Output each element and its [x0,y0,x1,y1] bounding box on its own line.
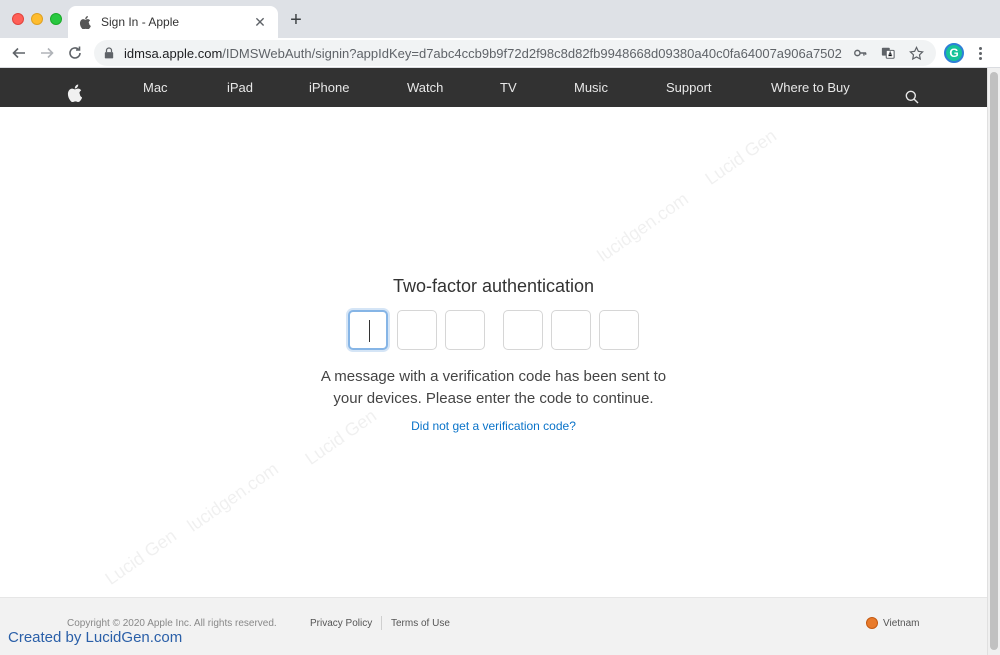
credit-watermark: Created by LucidGen.com [8,629,183,646]
code-digit-1[interactable] [348,310,388,350]
window-zoom-button[interactable] [50,13,62,25]
apple-logo-icon[interactable] [67,78,83,103]
watermark-text: Lucid Gen [301,405,381,469]
apple-global-nav: Mac iPad iPhone Watch TV Music Support W… [0,68,987,107]
code-digit-5[interactable] [551,310,591,350]
nav-item-where-to-buy[interactable]: Where to Buy [771,68,850,107]
search-icon[interactable] [905,80,919,104]
terms-of-use-link[interactable]: Terms of Use [391,618,450,629]
url-path: /IDMSWebAuth/signin?appIdKey=d7abc4ccb9b… [222,45,842,61]
region-label: Vietnam [883,617,920,629]
window-close-button[interactable] [12,13,24,25]
forward-arrow-icon[interactable] [36,42,58,64]
region-selector[interactable]: Vietnam [866,617,920,629]
lock-icon [104,46,116,60]
text-caret [369,320,370,342]
window-minimize-button[interactable] [31,13,43,25]
page-footer: Copyright © 2020 Apple Inc. All rights r… [0,597,987,655]
bookmark-star-icon[interactable] [906,43,926,63]
code-digit-4[interactable] [503,310,543,350]
footer-divider [381,616,382,630]
nav-item-ipad[interactable]: iPad [227,68,253,107]
vertical-scrollbar[interactable] [987,68,1000,655]
url-host: idmsa.apple.com [124,45,223,61]
nav-item-tv[interactable]: TV [500,68,517,107]
resend-code-link[interactable]: Did not get a verification code? [0,419,987,433]
apple-favicon-icon [78,15,92,29]
browser-tabstrip: Sign In - Apple ✕ + [0,0,1000,38]
page-title: Two-factor authentication [392,276,595,296]
watermark-text: lucidgen.com [183,458,282,536]
verification-message: A message with a verification code has b… [0,366,987,410]
back-arrow-icon[interactable] [8,42,30,64]
watermark-text: lucidgen.com [593,188,692,266]
tab-close-icon[interactable]: ✕ [252,14,268,31]
nav-item-mac[interactable]: Mac [143,68,168,107]
key-icon[interactable] [850,43,870,63]
verification-message-line-1: A message with a verification code has b… [320,368,667,385]
new-tab-button[interactable]: + [286,10,306,32]
browser-tab[interactable]: Sign In - Apple ✕ [68,6,278,38]
reload-icon[interactable] [64,42,86,64]
code-digit-2[interactable] [397,310,437,350]
vietnam-flag-icon [866,617,878,629]
nav-item-watch[interactable]: Watch [407,68,443,107]
code-digit-3[interactable] [445,310,485,350]
address-bar[interactable]: idmsa.apple.com/IDMSWebAuth/signin?appId… [94,40,936,66]
browser-menu-icon[interactable] [972,43,988,63]
privacy-policy-link[interactable]: Privacy Policy [310,618,372,629]
code-digit-6[interactable] [599,310,639,350]
watermark-text: Lucid Gen [701,125,781,189]
grammarly-extension-icon[interactable]: G [944,43,964,63]
nav-item-music[interactable]: Music [574,68,608,107]
nav-item-support[interactable]: Support [666,68,712,107]
watermark-text: Lucid Gen [101,525,181,589]
copyright-text: Copyright © 2020 Apple Inc. All rights r… [67,618,277,629]
browser-toolbar: idmsa.apple.com/IDMSWebAuth/signin?appId… [0,38,1000,68]
translate-icon[interactable] [878,43,898,63]
scrollbar-thumb[interactable] [990,72,998,650]
tab-title: Sign In - Apple [101,15,180,29]
nav-item-iphone[interactable]: iPhone [309,68,349,107]
verification-message-line-2: your devices. Please enter the code to c… [333,390,654,407]
two-factor-panel: Two-factor authentication A message with… [0,107,987,597]
url-text: idmsa.apple.com/IDMSWebAuth/signin?appId… [124,46,842,61]
